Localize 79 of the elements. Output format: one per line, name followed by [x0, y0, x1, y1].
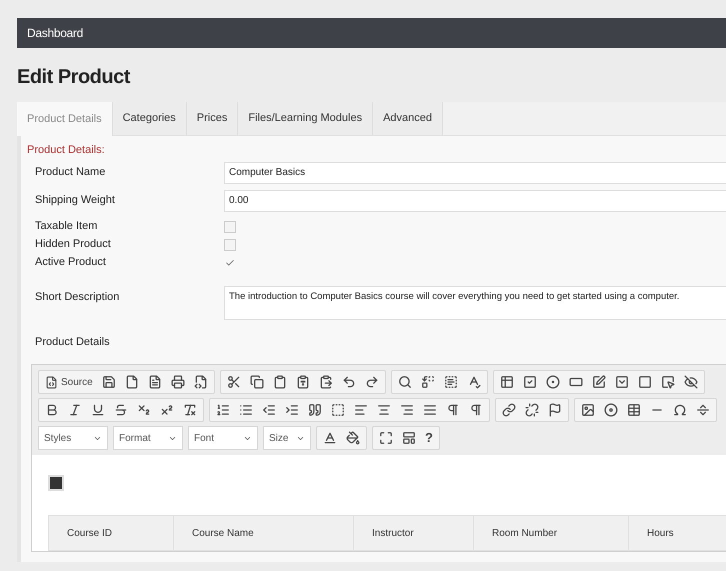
style-dropdown[interactable]: Font: [188, 426, 258, 450]
copy-icon[interactable]: [250, 375, 264, 389]
justify-icon[interactable]: [423, 403, 437, 417]
align-right-icon[interactable]: [400, 403, 414, 417]
table-header-cell: Instructor: [354, 516, 474, 550]
align-left-icon[interactable]: [354, 403, 368, 417]
remove-format-icon[interactable]: [183, 403, 197, 417]
preview-icon[interactable]: [148, 375, 162, 389]
tab[interactable]: Categories: [112, 102, 187, 135]
text-field[interactable]: 0.00: [224, 190, 726, 212]
tab[interactable]: Advanced: [373, 102, 444, 135]
subscript-icon[interactable]: [137, 403, 151, 417]
field-label: Product Details: [34, 334, 111, 350]
image-icon[interactable]: [581, 403, 595, 417]
templates-icon[interactable]: [194, 375, 208, 389]
cut-icon[interactable]: [226, 375, 241, 389]
field-label: Short Description: [34, 290, 120, 304]
tab[interactable]: Files/Learning Modules: [238, 102, 374, 135]
bulleted-list-icon[interactable]: [239, 403, 253, 417]
select-icon[interactable]: [614, 375, 629, 389]
source-code-icon: [45, 376, 58, 388]
radio-icon[interactable]: [546, 375, 560, 389]
table-header-cell: Course ID: [49, 516, 174, 550]
table-header-cell: Hours: [629, 516, 726, 550]
save-icon[interactable]: [102, 375, 116, 389]
numbered-list-icon[interactable]: [216, 403, 230, 417]
bold-icon[interactable]: [45, 403, 59, 417]
field-label: Product Name: [34, 165, 106, 180]
checkbox-label: Active Product: [34, 255, 107, 270]
checkbox-label: Hidden Product: [34, 237, 112, 252]
show-blocks-icon[interactable]: [402, 431, 416, 445]
page-title: Edit Product: [17, 65, 132, 90]
table-icon[interactable]: [627, 403, 641, 417]
undo-icon[interactable]: [342, 375, 356, 389]
paste-icon[interactable]: [272, 375, 287, 389]
unlink-icon[interactable]: [525, 403, 539, 417]
help-button[interactable]: ?: [425, 428, 433, 448]
italic-icon[interactable]: [68, 403, 82, 417]
anchor-flag-icon[interactable]: [548, 403, 562, 417]
source-button[interactable]: Source: [45, 374, 93, 390]
text-color-icon[interactable]: [323, 431, 337, 445]
underline-icon[interactable]: [91, 403, 105, 417]
paste-word-icon[interactable]: [318, 375, 333, 389]
special-character-icon[interactable]: [673, 403, 687, 417]
search-icon[interactable]: [398, 375, 412, 389]
table-header-cell: Course Name: [174, 516, 354, 550]
align-center-icon[interactable]: [377, 403, 391, 417]
replace-icon[interactable]: [420, 375, 435, 389]
image-button-icon[interactable]: [660, 375, 675, 389]
select-all-icon[interactable]: [444, 375, 458, 389]
print-icon[interactable]: [170, 375, 185, 389]
textarea-icon[interactable]: [592, 375, 606, 389]
description-field[interactable]: The introduction to Computer Basics course will cover everything you need to get started using a computer.: [224, 286, 726, 320]
tab[interactable]: Prices: [186, 102, 238, 135]
text-field[interactable]: Computer Basics: [224, 162, 726, 184]
checkbox-icon[interactable]: [522, 375, 537, 389]
paste-text-icon[interactable]: [296, 375, 310, 389]
dashboard-link[interactable]: Dashboard: [27, 24, 84, 42]
field-label: Shipping Weight: [34, 193, 116, 208]
table-header-cell: Room Number: [474, 516, 629, 550]
indent-icon[interactable]: [285, 403, 299, 417]
maximize-icon[interactable]: [379, 431, 393, 445]
new-page-icon[interactable]: [124, 375, 139, 389]
style-dropdown[interactable]: Size: [263, 426, 311, 450]
superscript-icon[interactable]: [160, 403, 174, 417]
check-icon: [225, 258, 235, 268]
background-color-icon[interactable]: [346, 431, 360, 445]
redo-icon[interactable]: [364, 375, 379, 389]
outdent-icon[interactable]: [262, 403, 276, 417]
blockquote-icon[interactable]: [308, 403, 322, 417]
checkbox-label: Taxable Item: [34, 219, 98, 234]
style-dropdown[interactable]: Styles: [38, 426, 108, 450]
checkbox[interactable]: [224, 238, 236, 250]
page-break-icon[interactable]: [696, 403, 710, 417]
checkbox[interactable]: [224, 220, 236, 232]
link-icon[interactable]: [502, 403, 516, 417]
style-dropdown[interactable]: Format: [113, 426, 183, 450]
section-title: Product Details:: [26, 143, 106, 158]
strikethrough-icon[interactable]: [114, 403, 128, 417]
